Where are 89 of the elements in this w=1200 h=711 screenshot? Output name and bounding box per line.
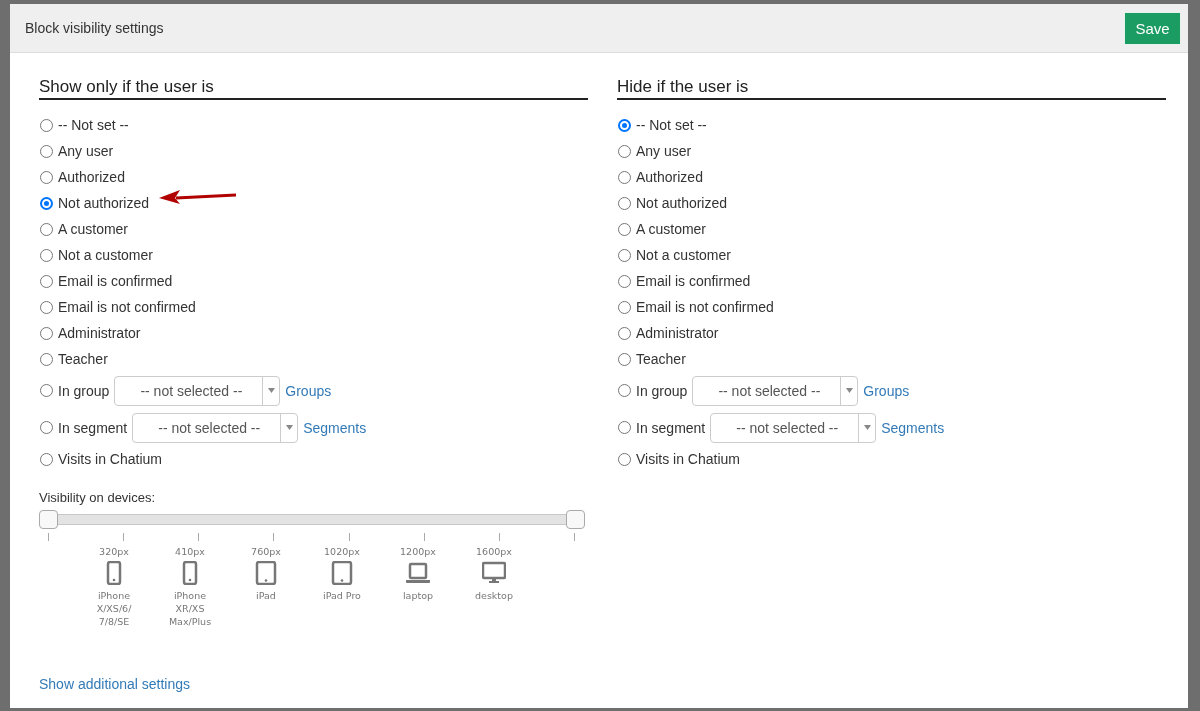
caret-icon <box>285 425 293 430</box>
option-label[interactable]: Administrator <box>58 325 141 341</box>
option-label[interactable]: -- Not set -- <box>58 117 129 133</box>
option-label[interactable]: In group <box>636 382 688 399</box>
radio-button[interactable] <box>618 300 631 314</box>
option-label[interactable]: Any user <box>636 143 692 159</box>
dropdown[interactable]: -- not selected -- <box>132 412 299 443</box>
breakpoint-width: 320px <box>99 545 129 558</box>
radio-button[interactable] <box>40 326 53 340</box>
range-slider[interactable] <box>39 510 584 529</box>
option-label[interactable]: Email is not confirmed <box>636 299 774 315</box>
breakpoint-width: 410px <box>175 545 205 558</box>
radio-button[interactable] <box>618 144 631 158</box>
option-label[interactable]: A customer <box>58 221 129 237</box>
radio-button[interactable] <box>618 326 631 340</box>
caret-icon <box>267 388 275 393</box>
radio-button[interactable] <box>40 274 53 288</box>
option-label[interactable]: In segment <box>58 419 128 436</box>
option-label[interactable]: -- Not set -- <box>636 117 707 133</box>
dialog-title: Block visibility settings <box>25 20 164 36</box>
slider-label: Visibility on devices: <box>39 490 157 505</box>
caret-icon <box>845 388 853 393</box>
breakpoint-width: 1020px <box>324 545 360 558</box>
option-label[interactable]: A customer <box>636 221 707 237</box>
option-label[interactable]: In group <box>58 382 110 399</box>
option-label[interactable]: Email is not confirmed <box>58 299 196 315</box>
radio-button[interactable] <box>40 144 53 158</box>
device-name: laptop <box>402 589 434 602</box>
option-label[interactable]: Visits in Chatium <box>58 451 162 467</box>
option-label[interactable]: Not a customer <box>58 247 153 263</box>
device-name: iPhone XR/XS Max/Plus <box>167 589 213 628</box>
breakpoint-width: 1200px <box>400 545 436 558</box>
radio-button[interactable] <box>618 222 631 236</box>
tablet-icon <box>254 561 278 585</box>
breakpoint-width: 760px <box>251 545 281 558</box>
radio-button[interactable] <box>40 352 53 366</box>
radio-button[interactable] <box>618 196 631 210</box>
radio-button[interactable] <box>40 248 53 262</box>
option-label[interactable]: Not a customer <box>636 247 731 263</box>
radio-button[interactable] <box>618 170 631 184</box>
radio-button[interactable] <box>618 274 631 288</box>
option-label[interactable]: Not authorized <box>636 195 728 211</box>
option-label[interactable]: Email is confirmed <box>58 273 173 289</box>
slider-handle[interactable] <box>566 510 585 529</box>
radio-button[interactable] <box>618 352 631 366</box>
option-label[interactable]: Administrator <box>636 325 719 341</box>
link[interactable]: Groups <box>285 382 332 399</box>
device-name: iPhone X/XS/6/ 7/8/SE <box>95 589 133 628</box>
radio-button[interactable] <box>618 118 631 132</box>
radio-button[interactable] <box>618 248 631 262</box>
option-label[interactable]: Email is confirmed <box>636 273 751 289</box>
option-label[interactable]: Teacher <box>636 351 686 367</box>
option-label[interactable]: Authorized <box>58 169 125 185</box>
save-button[interactable]: Save <box>1124 11 1181 45</box>
option-label[interactable]: Any user <box>58 143 114 159</box>
radio-button[interactable] <box>40 118 53 132</box>
option-label[interactable]: In segment <box>636 419 706 436</box>
link[interactable]: Groups <box>863 382 910 399</box>
caret-icon <box>863 425 871 430</box>
section-heading: Hide if the user is <box>617 77 1166 100</box>
radio-button[interactable] <box>40 196 53 210</box>
slider-handle[interactable] <box>39 510 58 529</box>
device-name: iPad Pro <box>323 589 361 602</box>
device-name: iPad <box>256 589 276 602</box>
breakpoint-width: 1600px <box>476 545 512 558</box>
option-label[interactable]: Not authorized <box>58 195 150 211</box>
additional-settings-link[interactable]: Show additional settings <box>39 676 190 692</box>
radio-button[interactable] <box>40 384 53 397</box>
section-heading: Show only if the user is <box>39 77 588 100</box>
radio-button[interactable] <box>40 170 53 184</box>
device-name: desktop <box>475 589 513 602</box>
option-label[interactable]: Visits in Chatium <box>636 451 740 467</box>
option-label[interactable]: Teacher <box>58 351 108 367</box>
link[interactable]: Segments <box>881 419 945 436</box>
option-label[interactable]: Authorized <box>636 169 703 185</box>
radio-button[interactable] <box>618 452 631 466</box>
laptop-icon <box>406 561 430 585</box>
dropdown[interactable]: -- not selected -- <box>114 375 281 406</box>
radio-button[interactable] <box>40 452 53 466</box>
radio-button[interactable] <box>40 421 53 434</box>
dropdown[interactable]: -- not selected -- <box>692 375 859 406</box>
radio-button[interactable] <box>40 300 53 314</box>
radio-button[interactable] <box>618 421 631 434</box>
radio-button[interactable] <box>40 222 53 236</box>
tablet-icon <box>330 561 354 585</box>
monitor-icon <box>482 561 506 585</box>
link[interactable]: Segments <box>303 419 367 436</box>
dropdown[interactable]: -- not selected -- <box>710 412 877 443</box>
radio-button[interactable] <box>618 384 631 397</box>
